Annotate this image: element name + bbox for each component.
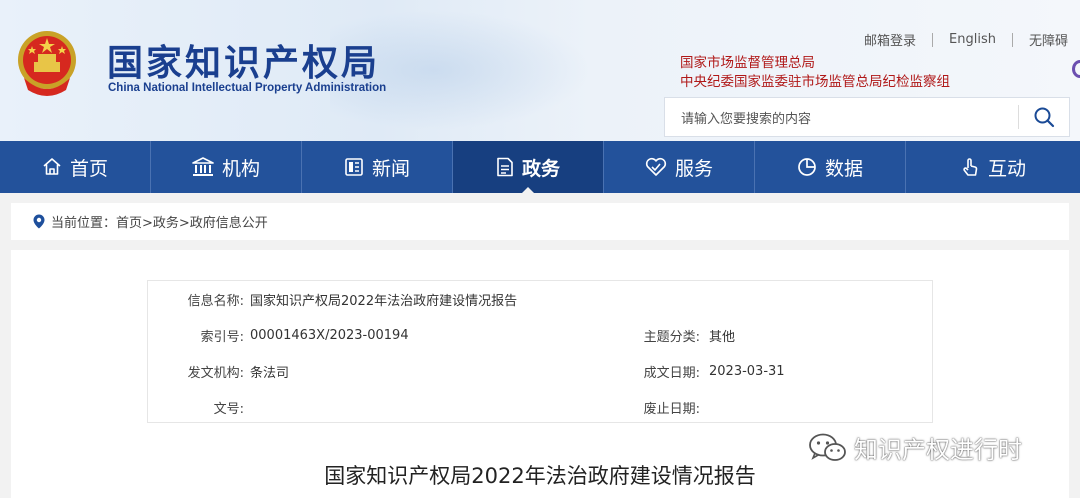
info-row: 发文机构: 条法司 成文日期: 2023-03-31 xyxy=(148,361,934,381)
org-link-samr[interactable]: 国家市场监督管理总局 xyxy=(680,51,815,71)
nav-label: 互动 xyxy=(987,157,1026,180)
info-value: 国家知识产权局2022年法治政府建设情况报告 xyxy=(250,293,518,309)
nav-item-data[interactable]: 数据 xyxy=(755,141,906,193)
info-row: 索引号: 00001463X/2023-00194 主题分类: 其他 xyxy=(148,325,934,345)
search-icon xyxy=(1034,107,1055,128)
search-box[interactable]: 请输入您要搜索的内容 xyxy=(664,97,1070,137)
info-row: 信息名称: 国家知识产权局2022年法治政府建设情况报告 xyxy=(148,289,934,309)
info-table: 信息名称: 国家知识产权局2022年法治政府建设情况报告 索引号: 000014… xyxy=(147,280,933,423)
logo-title-en[interactable]: China National Intellectual Property Adm… xyxy=(108,82,386,94)
info-label: 文号: xyxy=(213,401,244,417)
nav-item-org[interactable]: 机构 xyxy=(151,141,302,193)
mail-login-link[interactable]: 邮箱登录 xyxy=(848,30,932,49)
org-link-discipline[interactable]: 中央纪委国家监委驻市场监管总局纪检监察组 xyxy=(680,70,950,90)
document-icon xyxy=(497,157,513,177)
info-row: 文号: 废止日期: xyxy=(148,397,934,417)
nav-label: 首页 xyxy=(69,157,108,180)
site-header: 国家知识产权局 China National Intellectual Prop… xyxy=(0,0,1080,141)
nav-item-service[interactable]: 服务 xyxy=(604,141,755,193)
english-link[interactable]: English xyxy=(933,32,1012,47)
info-label: 索引号: xyxy=(200,329,244,345)
breadcrumb-path[interactable]: 首页>政务>政府信息公开 xyxy=(116,212,268,231)
building-icon xyxy=(192,157,214,176)
watermark: 知识产权进行时 xyxy=(808,430,1022,465)
nav-label: 新闻 xyxy=(371,157,410,180)
main-nav: 首页 机构 新闻 政务 服务 数据 互动 xyxy=(0,141,1080,193)
accessibility-link[interactable]: 无障碍 xyxy=(1013,30,1068,49)
nav-item-affairs[interactable]: 政务 xyxy=(453,141,604,193)
home-icon xyxy=(43,158,61,175)
partial-icon xyxy=(1072,60,1080,78)
info-value: 00001463X/2023-00194 xyxy=(250,327,409,343)
search-input[interactable]: 请输入您要搜索的内容 xyxy=(665,108,1018,127)
location-pin-icon xyxy=(33,214,45,229)
hand-icon xyxy=(963,158,978,176)
nav-item-home[interactable]: 首页 xyxy=(0,141,151,193)
info-value: 其他 xyxy=(709,329,736,345)
breadcrumb: 当前位置： 首页>政务>政府信息公开 xyxy=(11,203,1069,240)
service-icon xyxy=(645,157,667,176)
info-label: 发文机构: xyxy=(187,365,244,381)
nav-item-news[interactable]: 新闻 xyxy=(302,141,453,193)
info-value: 条法司 xyxy=(250,365,290,381)
national-emblem-icon[interactable] xyxy=(16,28,78,100)
info-label: 信息名称: xyxy=(187,293,244,309)
nav-label: 机构 xyxy=(221,157,260,180)
logo-title-cn[interactable]: 国家知识产权局 xyxy=(107,34,380,86)
nav-label: 数据 xyxy=(824,157,863,180)
info-label: 废止日期: xyxy=(643,401,700,417)
info-label: 成文日期: xyxy=(643,365,700,381)
search-button[interactable] xyxy=(1019,98,1069,136)
wechat-icon xyxy=(809,433,846,461)
nav-label: 政务 xyxy=(521,157,560,180)
nav-label: 服务 xyxy=(674,157,713,180)
info-label: 主题分类: xyxy=(643,329,700,345)
breadcrumb-prefix: 当前位置： xyxy=(51,216,117,231)
nav-item-interact[interactable]: 互动 xyxy=(906,141,1080,193)
pie-chart-icon xyxy=(798,158,816,176)
watermark-text: 知识产权进行时 xyxy=(854,436,1022,464)
info-value: 2023-03-31 xyxy=(709,363,785,379)
news-icon xyxy=(345,158,363,176)
top-links: 邮箱登录 English 无障碍 xyxy=(848,30,1068,49)
